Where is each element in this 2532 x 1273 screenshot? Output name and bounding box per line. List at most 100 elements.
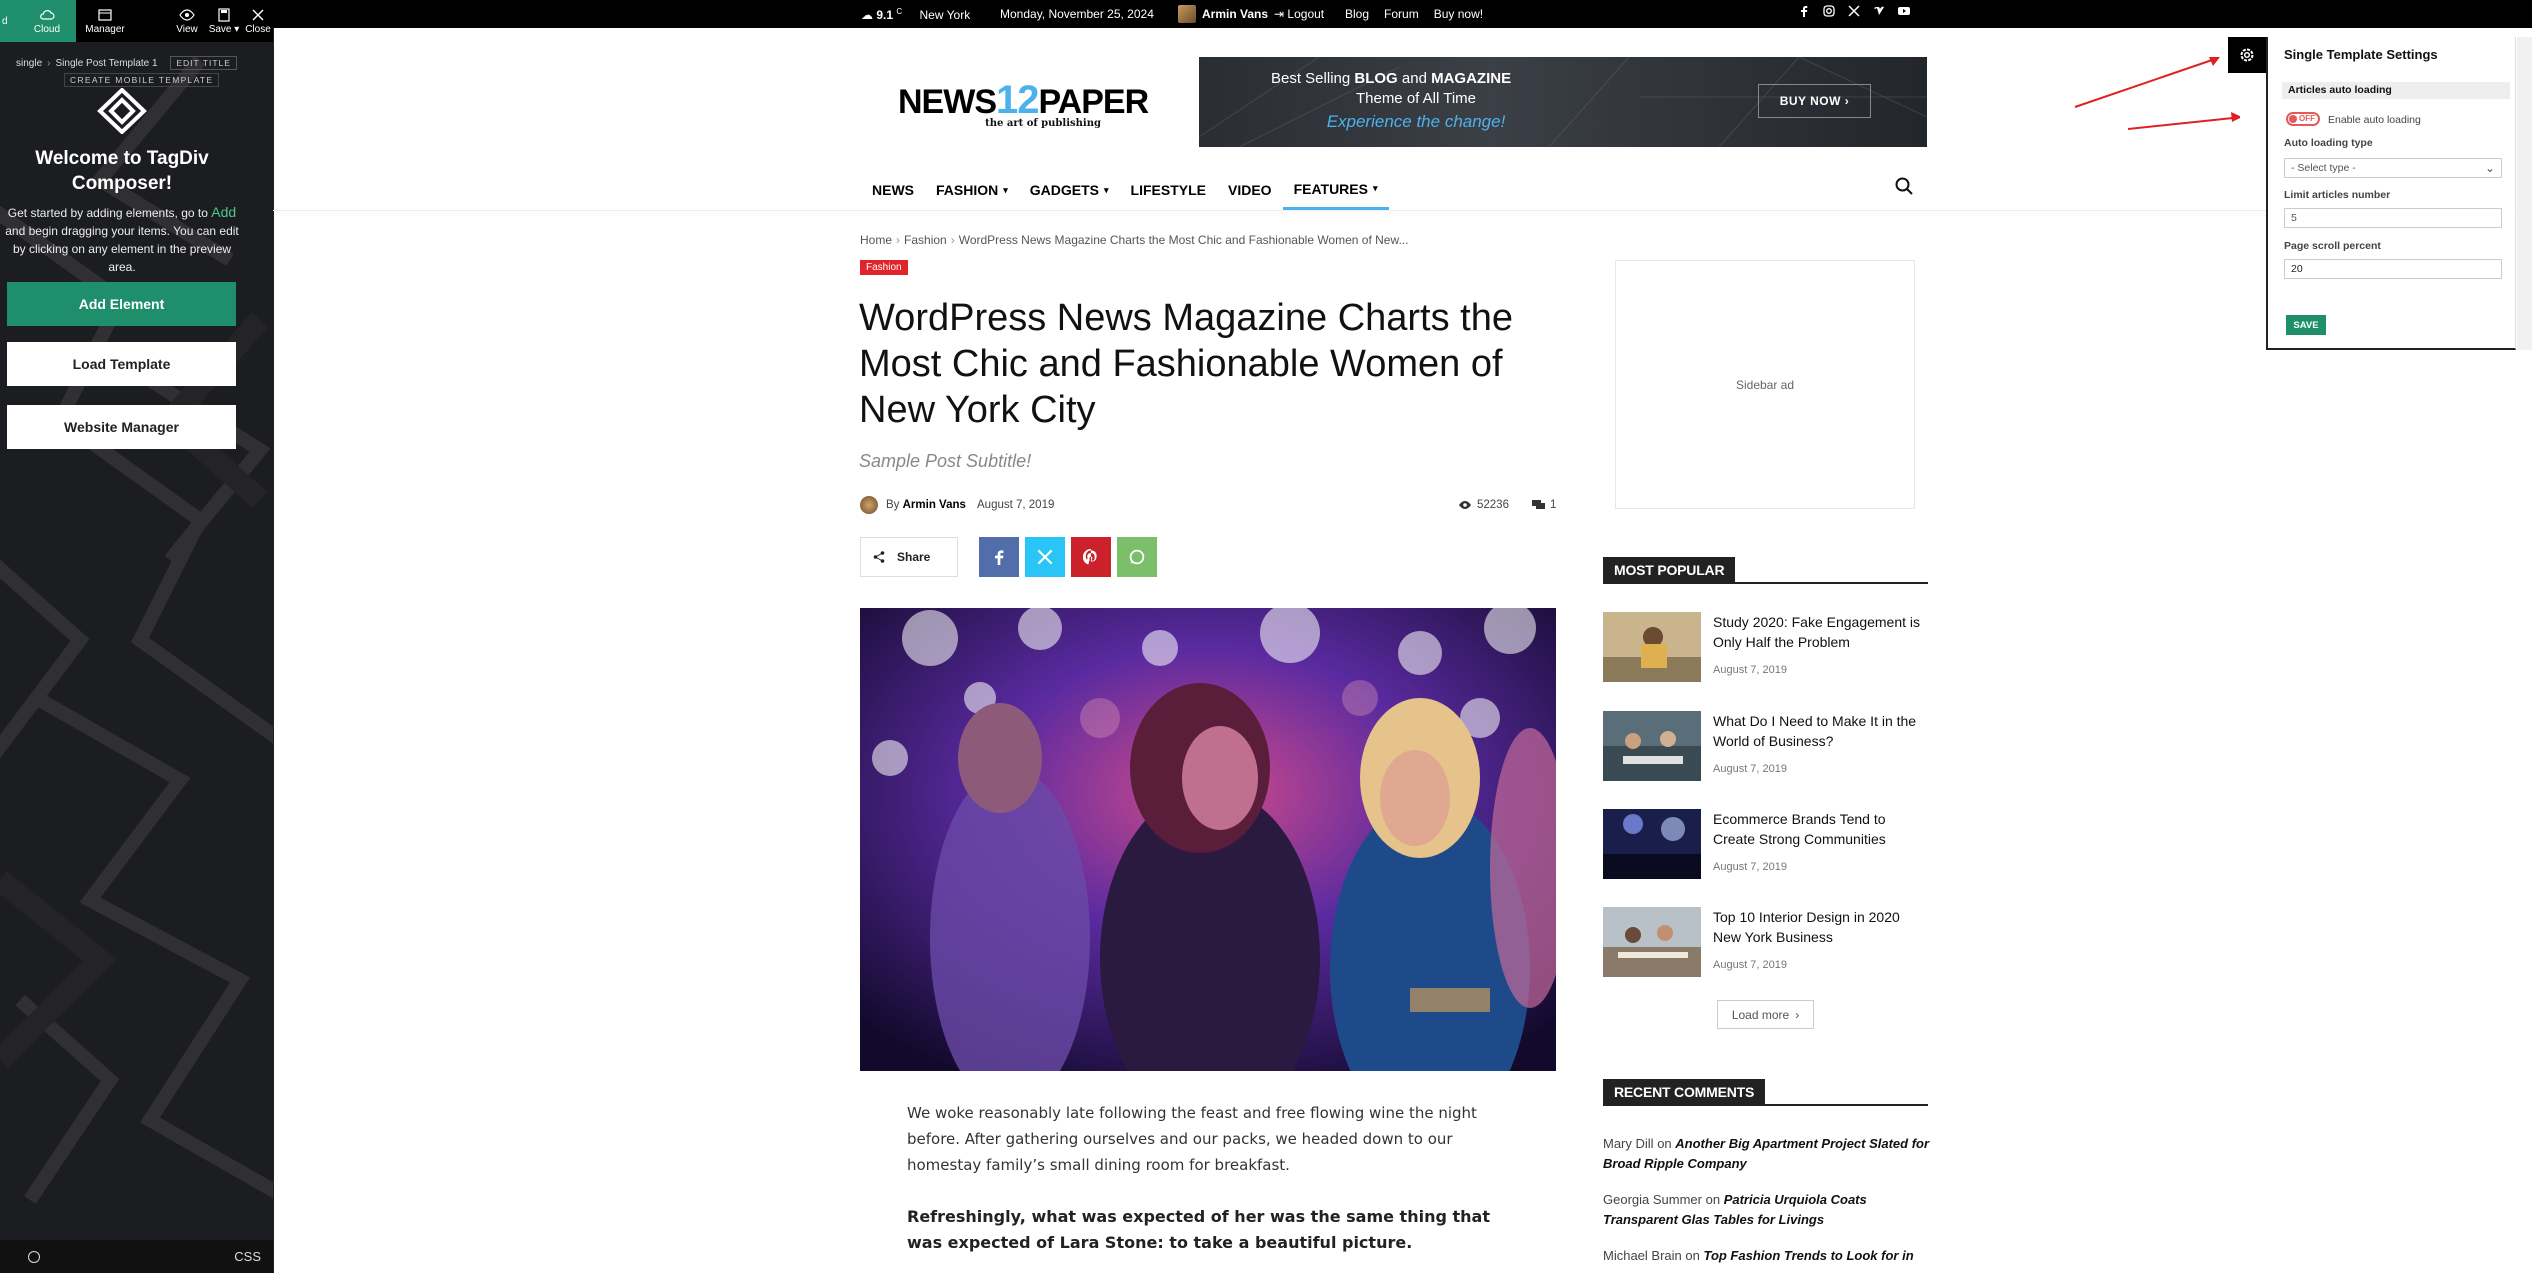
- share-pinterest-button[interactable]: [1071, 537, 1111, 577]
- manager-button[interactable]: Manager: [76, 0, 134, 42]
- add-link[interactable]: Add: [211, 204, 236, 220]
- limit-articles-input[interactable]: 5: [2284, 208, 2502, 228]
- settings-save-button[interactable]: SAVE: [2286, 315, 2326, 335]
- composer-divider: [273, 28, 274, 1273]
- comments-count[interactable]: 1: [1532, 499, 1556, 511]
- comment-icon: [1532, 500, 1545, 509]
- share-whatsapp-button[interactable]: [1117, 537, 1157, 577]
- composer-bottom-bar: CSS: [0, 1240, 273, 1273]
- layers-circle-icon[interactable]: [28, 1250, 40, 1263]
- popular-thumbnail: [1603, 612, 1701, 682]
- share-x-button[interactable]: [1025, 537, 1065, 577]
- facebook-icon: [995, 550, 1004, 565]
- popular-title[interactable]: Top 10 Interior Design in 2020 New York …: [1713, 907, 1928, 947]
- article-paragraph-2: Refreshingly, what was expected of her w…: [907, 1207, 1490, 1252]
- share-facebook-button[interactable]: [979, 537, 1019, 577]
- category-badge[interactable]: Fashion: [860, 260, 908, 275]
- scroll-percent-label: Page scroll percent: [2284, 240, 2381, 252]
- settings-gear-button[interactable]: [2228, 37, 2266, 73]
- article-date: August 7, 2019: [977, 499, 1055, 511]
- site-logo[interactable]: NEWS12PAPER the art of publishing: [898, 80, 1149, 129]
- top-links: Blog Forum Buy now!: [1345, 7, 1483, 21]
- youtube-icon[interactable]: [1898, 5, 1910, 17]
- top-bar: ☁ 9.1 C New York Monday, November 25, 20…: [273, 0, 2532, 28]
- nav-features[interactable]: FEATURES ▾: [1282, 170, 1389, 210]
- nav-video[interactable]: VIDEO: [1217, 170, 1283, 210]
- loading-type-select[interactable]: - Select type - ⌄: [2284, 158, 2502, 178]
- top-date: Monday, November 25, 2024: [1000, 7, 1154, 21]
- weather-city: New York: [919, 8, 971, 22]
- eye-icon: [179, 8, 195, 21]
- chevron-right-icon: ›: [1795, 1007, 1800, 1022]
- gear-icon: [2240, 48, 2254, 62]
- popular-item[interactable]: Top 10 Interior Design in 2020 New York …: [1603, 907, 1928, 977]
- nav-gadgets[interactable]: GADGETS ▾: [1019, 170, 1120, 210]
- x-icon[interactable]: [1848, 5, 1860, 17]
- popular-date: August 7, 2019: [1713, 763, 1788, 775]
- add-element-button[interactable]: Add Element: [7, 282, 236, 326]
- cloud-icon: [40, 9, 55, 20]
- x-icon: [1037, 549, 1053, 565]
- breadcrumb-fashion[interactable]: Fashion: [904, 233, 947, 247]
- popular-title[interactable]: Ecommerce Brands Tend to Create Strong C…: [1713, 809, 1928, 849]
- article-meta: By Armin Vans August 7, 2019 52236 1: [860, 496, 1556, 516]
- scroll-percent-input[interactable]: 20: [2284, 259, 2502, 279]
- popular-item[interactable]: Study 2020: Fake Engagement is Only Half…: [1603, 612, 1928, 682]
- facebook-icon[interactable]: [1798, 5, 1810, 17]
- settings-scrollbar[interactable]: [2517, 37, 2532, 350]
- instagram-icon[interactable]: [1823, 5, 1835, 17]
- vimeo-icon[interactable]: [1873, 5, 1885, 17]
- load-more-button[interactable]: Load more ›: [1717, 1000, 1814, 1029]
- avatar[interactable]: [1178, 5, 1196, 23]
- save-button[interactable]: Save ▾: [205, 0, 243, 42]
- popular-item[interactable]: Ecommerce Brands Tend to Create Strong C…: [1603, 809, 1928, 879]
- tagdiv-logo-icon: [97, 88, 147, 134]
- view-button[interactable]: View: [169, 0, 205, 42]
- blog-link[interactable]: Blog: [1345, 7, 1369, 21]
- nav-divider: [273, 210, 2532, 211]
- close-icon: [252, 9, 264, 20]
- css-button[interactable]: CSS: [234, 1249, 261, 1264]
- composer-panel: d Cloud Manager View Save ▾ Close single…: [0, 0, 273, 1273]
- popular-title[interactable]: What Do I Need to Make It in the World o…: [1713, 711, 1928, 751]
- breadcrumb: Home › Fashion › WordPress News Magazine Cha…: [860, 233, 1409, 247]
- cloud-button[interactable]: Cloud: [18, 0, 76, 42]
- limit-articles-label: Limit articles number: [2284, 189, 2391, 201]
- load-template-button[interactable]: Load Template: [7, 342, 236, 386]
- popular-title[interactable]: Study 2020: Fake Engagement is Only Half…: [1713, 612, 1928, 652]
- template-settings-panel: Single Template Settings Articles auto l…: [2266, 37, 2516, 350]
- top-user: Armin Vans ⇥ Logout: [1178, 5, 1324, 23]
- main-nav: NEWS FASHION ▾ GADGETS ▾ LIFESTYLE VIDEO F…: [861, 170, 1389, 210]
- popular-item[interactable]: What Do I Need to Make It in the World o…: [1603, 711, 1928, 781]
- website-manager-button[interactable]: Website Manager: [7, 405, 236, 449]
- settings-title: Single Template Settings: [2284, 47, 2438, 62]
- crumb-root[interactable]: single: [16, 58, 42, 69]
- toolbar-first-button[interactable]: d: [0, 0, 18, 42]
- share-button[interactable]: Share: [860, 537, 958, 577]
- comment-item: Georgia Summer on Patricia Urquiola Coat…: [1603, 1192, 1867, 1227]
- logout-link[interactable]: ⇥ Logout: [1274, 7, 1324, 21]
- edit-title-button[interactable]: EDIT TITLE: [170, 56, 237, 70]
- settings-section-header: Articles auto loading: [2282, 82, 2510, 99]
- nav-fashion[interactable]: FASHION ▾: [925, 170, 1019, 210]
- comment-post-link[interactable]: Top Fashion Trends to Look for in: [1703, 1248, 1913, 1263]
- nav-lifestyle[interactable]: LIFESTYLE: [1120, 170, 1217, 210]
- top-user-name[interactable]: Armin Vans: [1202, 7, 1268, 21]
- breadcrumb-home[interactable]: Home: [860, 233, 892, 247]
- buy-now-link[interactable]: Buy now!: [1434, 7, 1483, 21]
- create-mobile-template-button[interactable]: CREATE MOBILE TEMPLATE: [64, 73, 220, 87]
- save-icon: [218, 7, 230, 22]
- author-avatar[interactable]: [860, 496, 878, 514]
- auto-loading-toggle[interactable]: OFF: [2286, 112, 2320, 126]
- banner-line-2: Theme of All Time: [1355, 90, 1477, 107]
- search-icon[interactable]: [1894, 176, 1914, 196]
- sidebar-ad: Sidebar ad: [1615, 260, 1915, 509]
- chevron-down-icon: ▾: [1372, 183, 1378, 193]
- weather-unit[interactable]: C: [896, 7, 902, 16]
- close-button[interactable]: Close: [243, 0, 273, 42]
- header-banner-ad[interactable]: Best Selling BLOG and MAGAZINE Theme of …: [1199, 57, 1927, 147]
- forum-link[interactable]: Forum: [1384, 7, 1419, 21]
- author-link[interactable]: Armin Vans: [903, 499, 966, 511]
- nav-news[interactable]: NEWS: [861, 170, 925, 210]
- banner-buy-now-button[interactable]: BUY NOW ›: [1758, 84, 1871, 118]
